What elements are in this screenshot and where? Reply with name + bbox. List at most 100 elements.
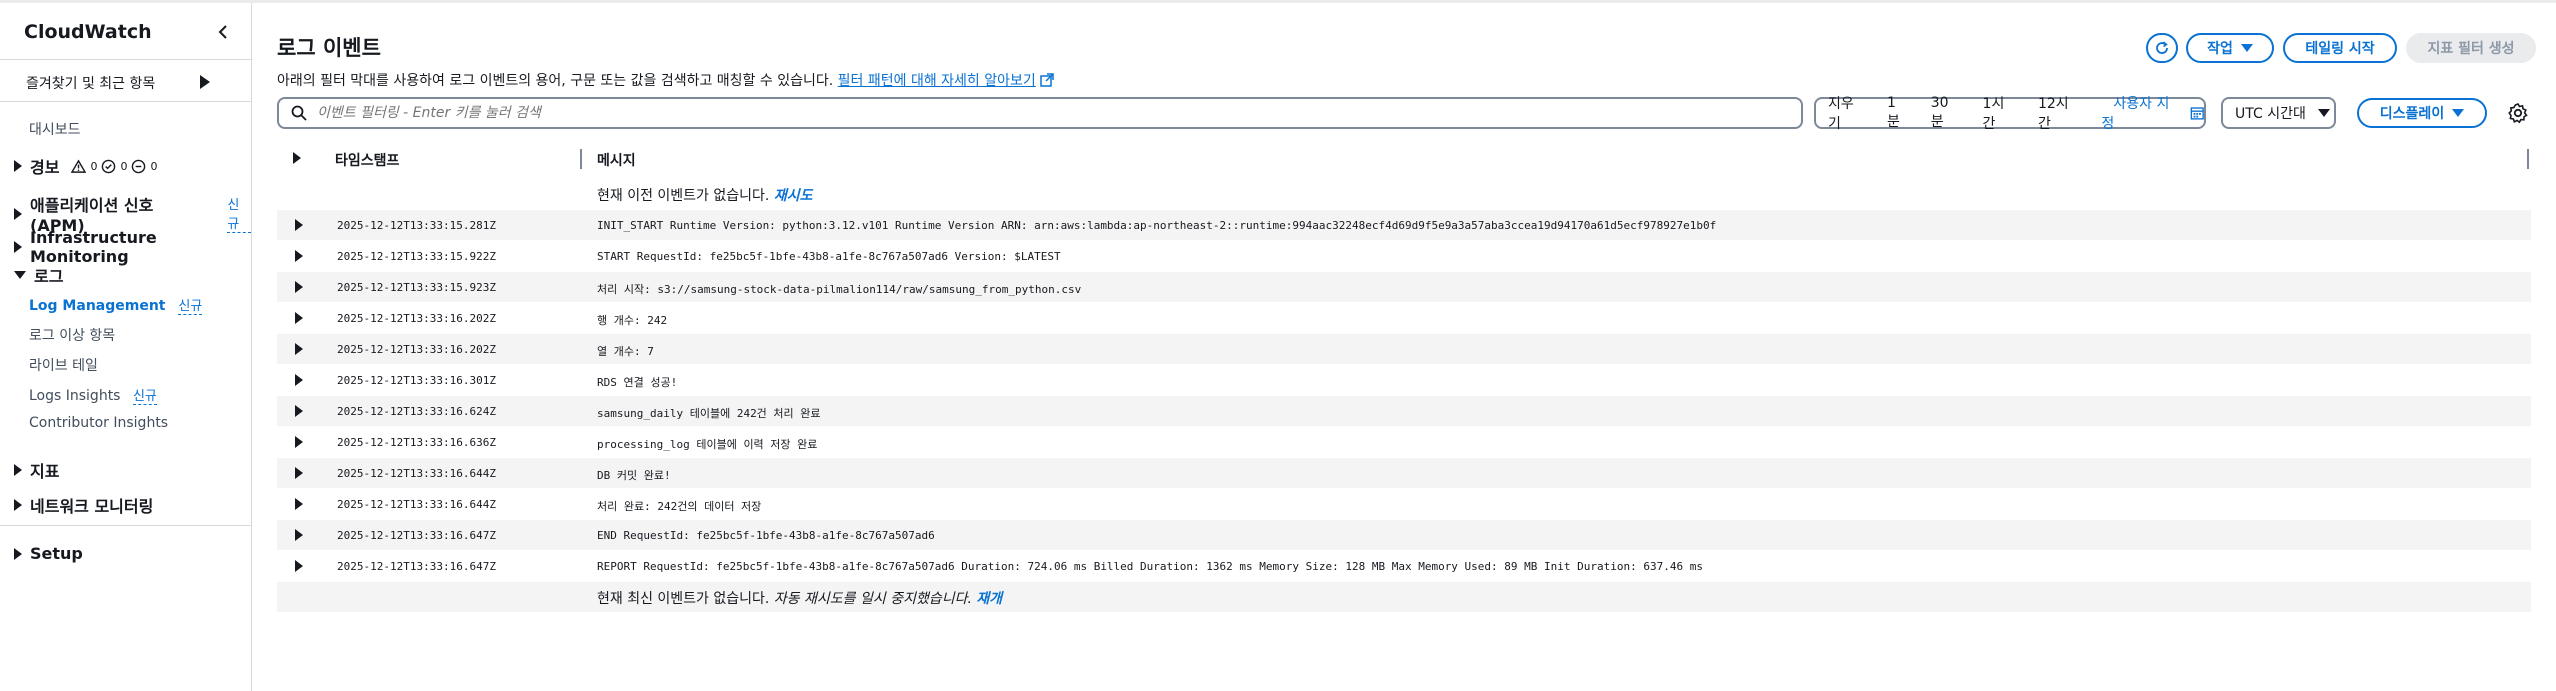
- expand-row-icon[interactable]: [295, 405, 303, 417]
- main-content: 로그 이벤트 아래의 필터 막대를 사용하여 로그 이벤트의 용어, 구문 또는…: [253, 3, 2556, 691]
- row-timestamp: 2025-12-12T13:33:16.636Z: [337, 436, 496, 449]
- range-1m[interactable]: 1분: [1875, 95, 1919, 131]
- refresh-icon: [2156, 41, 2168, 54]
- expand-row-icon[interactable]: [295, 498, 303, 510]
- caret-right-icon[interactable]: [200, 75, 210, 89]
- row-message: samsung_daily 테이블에 242건 처리 완료: [597, 407, 821, 420]
- table-row[interactable]: 2025-12-12T13:33:15.923Z 처리 시작: s3://sams…: [277, 272, 2531, 302]
- table-row[interactable]: 2025-12-12T13:33:16.202Z 행 개수: 242: [277, 303, 2531, 333]
- create-metric-filter-button[interactable]: 지표 필터 생성: [2406, 33, 2536, 63]
- external-link-icon[interactable]: [1040, 73, 1054, 87]
- row-timestamp: 2025-12-12T13:33:15.922Z: [337, 250, 496, 263]
- new-badge: 신규: [178, 299, 203, 315]
- new-badge: 신규: [132, 389, 157, 405]
- caret-right-icon: [14, 499, 22, 511]
- expand-row-icon[interactable]: [295, 281, 303, 293]
- range-12h[interactable]: 12시간: [2026, 93, 2089, 133]
- caret-right-icon: [14, 547, 22, 560]
- sidebar-item-network[interactable]: 네트워크 모니터링: [14, 493, 153, 517]
- alarm-counts: 0 0 0: [71, 158, 157, 174]
- resume-link[interactable]: 재개: [976, 591, 1002, 607]
- row-message: 행 개수: 242: [597, 314, 668, 327]
- top-notice-row: 현재 이전 이벤트가 없습니다. 재시도: [597, 188, 813, 204]
- warning-icon: [71, 158, 87, 173]
- expand-row-icon[interactable]: [295, 250, 303, 262]
- filter-input[interactable]: [317, 105, 1717, 121]
- table-row[interactable]: 2025-12-12T13:33:16.644Z DB 커밋 완료!: [277, 458, 2531, 488]
- table-row[interactable]: 2025-12-12T13:33:16.202Z 열 개수: 7: [277, 334, 2531, 364]
- caret-right-icon[interactable]: [293, 152, 301, 164]
- row-message: 열 개수: 7: [597, 345, 654, 358]
- range-custom[interactable]: 사용자 지정: [2089, 93, 2189, 133]
- sidebar-item-metrics[interactable]: 지표: [14, 458, 59, 482]
- expand-row-icon[interactable]: [295, 374, 303, 386]
- actions-button[interactable]: 작업: [2186, 33, 2274, 63]
- row-message: RDS 연결 성공!: [597, 376, 678, 389]
- table-row[interactable]: 2025-12-12T13:33:16.647Z END RequestId: f…: [277, 520, 2531, 550]
- expand-row-icon[interactable]: [295, 343, 303, 355]
- chevron-left-icon[interactable]: [214, 21, 232, 43]
- page-title: 로그 이벤트: [277, 36, 381, 60]
- sidebar-item-log-management[interactable]: Log Management 신규: [29, 295, 203, 315]
- gear-icon[interactable]: [2507, 102, 2529, 124]
- display-button[interactable]: 디스플레이: [2357, 98, 2487, 128]
- row-message: INIT_START Runtime Version: python:3.12.…: [597, 219, 1717, 232]
- row-timestamp: 2025-12-12T13:33:15.281Z: [337, 219, 496, 232]
- table-row[interactable]: 2025-12-12T13:33:16.644Z 처리 완료: 242건의 데이터…: [277, 489, 2531, 519]
- sidebar-favorites[interactable]: 즐겨찾기 및 최근 항목: [26, 73, 155, 93]
- expand-row-icon[interactable]: [295, 436, 303, 448]
- bottom-notice-row: 현재 최신 이벤트가 없습니다. 자동 재시도를 일시 중지했습니다. 재개: [277, 582, 2531, 612]
- table-row[interactable]: 2025-12-12T13:33:15.922Z START RequestId:…: [277, 241, 2531, 271]
- range-1h[interactable]: 1시간: [1971, 93, 2026, 133]
- sidebar: CloudWatch 즐겨찾기 및 최근 항목 대시보드 경보 0 0 0 애플…: [0, 3, 252, 691]
- sidebar-item-logs[interactable]: 로그: [14, 263, 63, 287]
- sidebar-item-live-tail[interactable]: 라이브 테일: [29, 355, 98, 375]
- caret-right-icon: [14, 207, 22, 220]
- row-message: REPORT RequestId: fe25bc5f-1bfe-43b8-a1f…: [597, 560, 1703, 573]
- table-header: 타임스탬프 메시지: [277, 145, 2531, 173]
- column-resizer[interactable]: [2527, 149, 2529, 169]
- column-header-timestamp[interactable]: 타임스탬프: [335, 150, 399, 170]
- page-description: 아래의 필터 막대를 사용하여 로그 이벤트의 용어, 구문 또는 값을 검색하…: [277, 70, 1054, 90]
- row-timestamp: 2025-12-12T13:33:16.647Z: [337, 560, 496, 573]
- column-header-message[interactable]: 메시지: [597, 150, 636, 170]
- calendar-icon[interactable]: [2190, 105, 2204, 121]
- table-row[interactable]: 2025-12-12T13:33:16.624Z samsung_daily 테이…: [277, 396, 2531, 426]
- expand-row-icon[interactable]: [295, 219, 303, 231]
- sidebar-item-infra[interactable]: Infrastructure Monitoring: [14, 228, 251, 266]
- sidebar-item-log-anomalies[interactable]: 로그 이상 항목: [29, 325, 115, 345]
- filter-search-box[interactable]: [277, 97, 1803, 129]
- learn-more-link[interactable]: 필터 패턴에 대해 자세히 알아보기: [838, 73, 1036, 89]
- clear-button[interactable]: 지우기: [1816, 93, 1875, 133]
- range-30m[interactable]: 30분: [1919, 95, 1971, 131]
- expand-row-icon[interactable]: [295, 529, 303, 541]
- expand-row-icon[interactable]: [295, 560, 303, 572]
- sidebar-item-dashboard[interactable]: 대시보드: [29, 119, 81, 139]
- row-timestamp: 2025-12-12T13:33:16.202Z: [337, 312, 496, 325]
- sidebar-item-logs-insights[interactable]: Logs Insights 신규: [29, 385, 157, 405]
- expand-row-icon[interactable]: [295, 312, 303, 324]
- table-row[interactable]: 2025-12-12T13:33:16.636Z processing_log 테…: [277, 427, 2531, 457]
- timezone-select[interactable]: UTC 시간대: [2221, 97, 2336, 129]
- start-tailing-button[interactable]: 테일링 시작: [2283, 33, 2397, 63]
- caret-down-icon: [2240, 44, 2253, 52]
- sidebar-item-alarms[interactable]: 경보 0 0 0: [14, 154, 157, 178]
- search-icon: [291, 105, 307, 121]
- row-message: END RequestId: fe25bc5f-1bfe-43b8-a1fe-8…: [597, 529, 935, 542]
- table-row[interactable]: 2025-12-12T13:33:16.647Z REPORT RequestId…: [277, 551, 2531, 581]
- table-row[interactable]: 2025-12-12T13:33:15.281Z INIT_START Runti…: [277, 210, 2531, 240]
- row-timestamp: 2025-12-12T13:33:16.644Z: [337, 498, 496, 511]
- caret-down-icon: [14, 271, 26, 279]
- retry-link[interactable]: 재시도: [774, 188, 813, 204]
- caret-right-icon: [14, 464, 22, 476]
- expand-row-icon[interactable]: [295, 467, 303, 479]
- row-timestamp: 2025-12-12T13:33:16.301Z: [337, 374, 496, 387]
- table-row[interactable]: 2025-12-12T13:33:16.301Z RDS 연결 성공!: [277, 365, 2531, 395]
- refresh-button[interactable]: [2146, 33, 2178, 63]
- divider: [0, 525, 252, 526]
- sidebar-item-contributor-insights[interactable]: Contributor Insights: [29, 415, 168, 431]
- row-message: DB 커밋 완료!: [597, 469, 671, 482]
- column-resizer[interactable]: [580, 149, 582, 169]
- sidebar-item-setup[interactable]: Setup: [14, 544, 83, 563]
- row-timestamp: 2025-12-12T13:33:16.644Z: [337, 467, 496, 480]
